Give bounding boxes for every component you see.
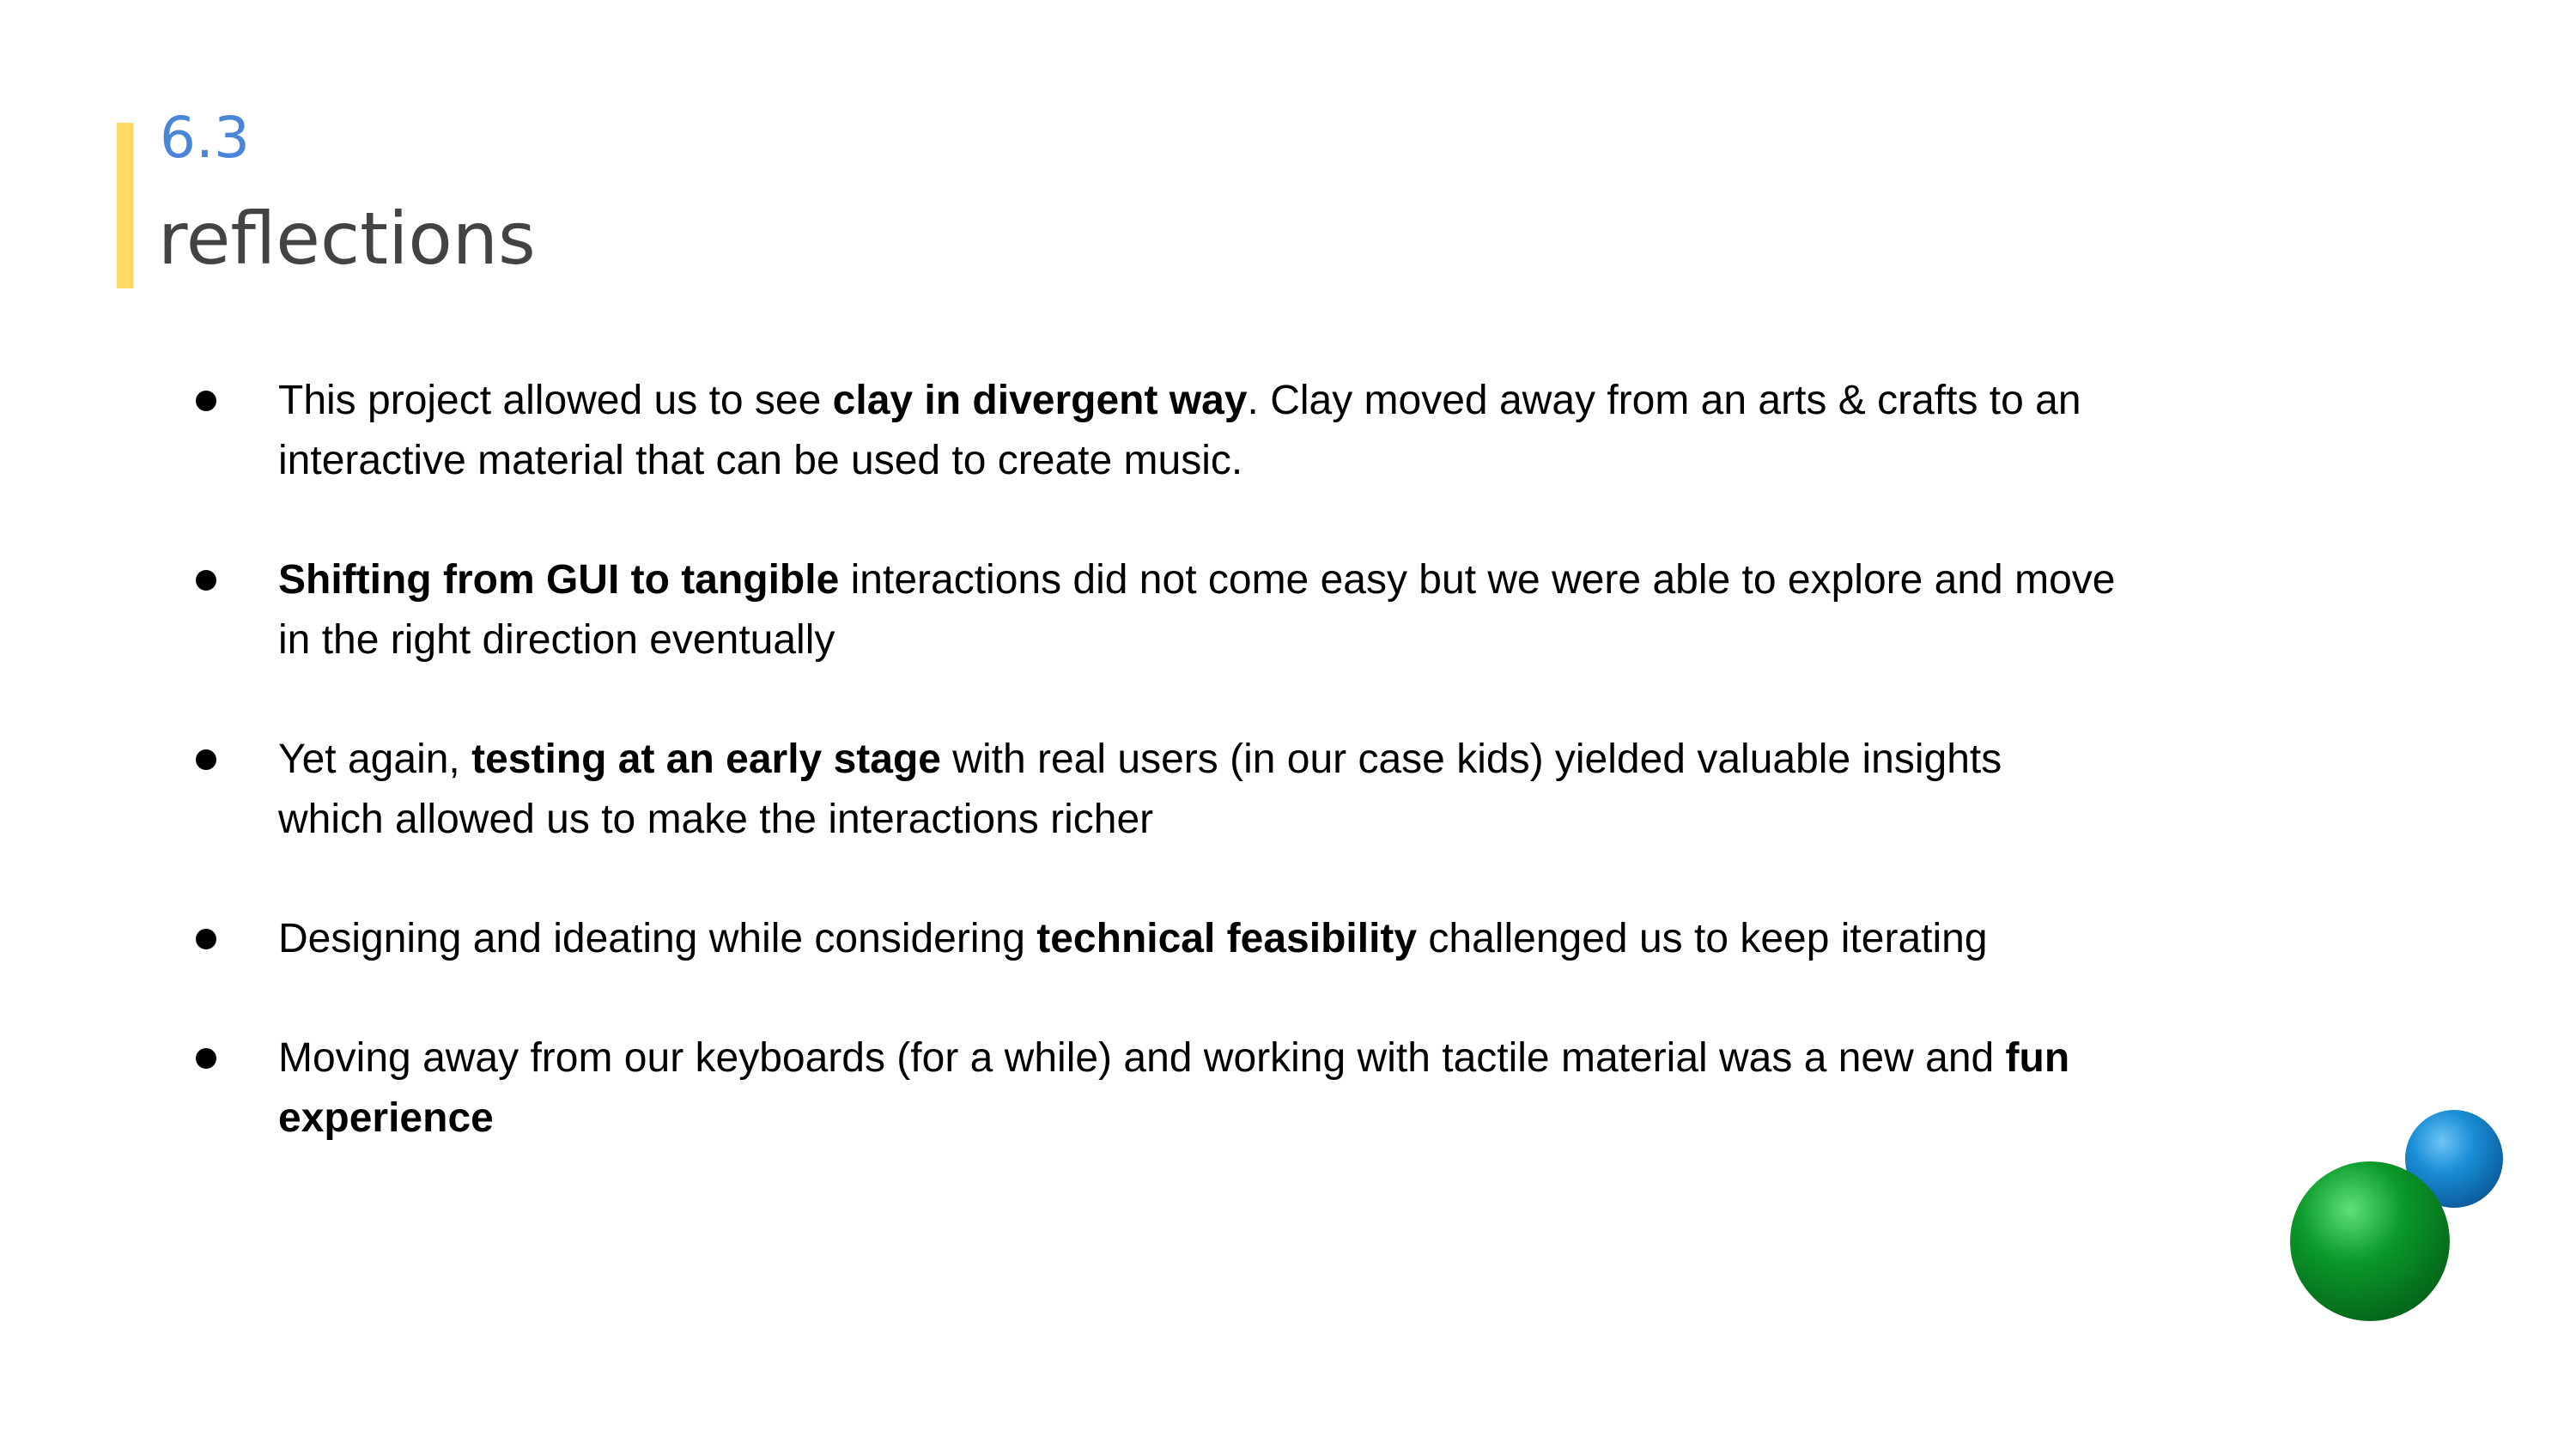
bullet-text: Yet again, testing at an early stage wit… (278, 730, 2116, 850)
text-segment: Moving away from our keyboards (for a wh… (278, 1035, 2006, 1081)
text-segment: challenged us to keep iterating (1417, 916, 1988, 961)
text-segment: Designing and ideating while considering (278, 916, 1037, 961)
bullet-icon (196, 1048, 216, 1069)
reflection-list: This project allowed us to see clay in d… (0, 0, 2576, 1449)
emphasis-text: testing at an early stage (471, 737, 941, 782)
text-segment: This project allowed us to see (278, 378, 833, 423)
emphasis-text: Shifting from GUI to tangible (278, 557, 840, 603)
bullet-text: Moving away from our keyboards (for a wh… (278, 1028, 2116, 1149)
bullet-text: Shifting from GUI to tangible interactio… (278, 550, 2116, 670)
bullet-icon (196, 570, 216, 591)
bullet-icon (196, 749, 216, 770)
emphasis-text: clay in divergent way (832, 378, 1248, 423)
bullet-text: This project allowed us to see clay in d… (278, 371, 2116, 491)
bullet-text: Designing and ideating while considering… (278, 909, 2116, 969)
bullet-icon (196, 929, 216, 949)
green-clay-ball (2290, 1161, 2450, 1321)
clay-balls-icon (2284, 1099, 2524, 1339)
bullet-icon (196, 391, 216, 411)
text-segment: Yet again, (278, 737, 472, 782)
emphasis-text: technical feasibility (1036, 916, 1418, 961)
